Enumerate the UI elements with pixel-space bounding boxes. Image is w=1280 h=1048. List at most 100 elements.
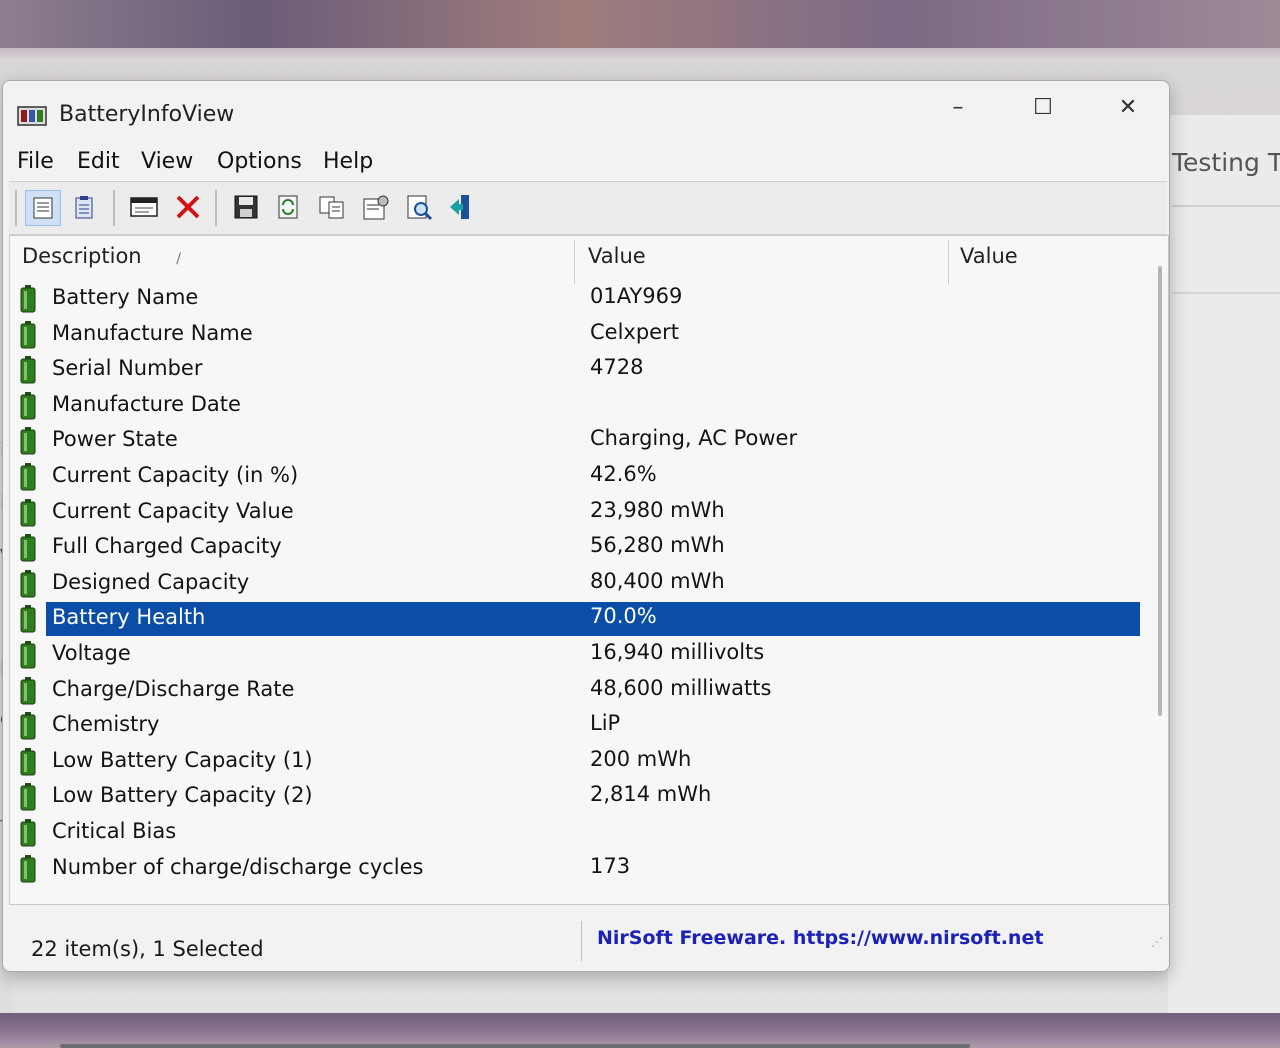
row-value: Charging, AC Power xyxy=(590,426,798,451)
table-row[interactable]: Low Battery Capacity (2) 2,814 mWh xyxy=(20,780,1140,814)
row-description: Manufacture Name xyxy=(52,320,253,345)
app-icon xyxy=(17,106,47,126)
battery-icon xyxy=(20,427,36,455)
table-row[interactable]: Battery Name 01AY969 xyxy=(20,282,1140,316)
row-value: 80,400 mWh xyxy=(590,568,725,593)
battery-icon xyxy=(20,747,36,776)
table-row[interactable]: Current Capacity Value 23,980 mWh xyxy=(20,496,1140,530)
copy-button[interactable] xyxy=(315,190,349,224)
row-value: Celxpert xyxy=(590,319,679,344)
properties-button[interactable] xyxy=(25,190,61,226)
table-row[interactable]: Designed Capacity 80,400 mWh xyxy=(20,567,1140,601)
toolbar-separator xyxy=(113,190,115,226)
table-row[interactable]: Low Battery Capacity (1) 200 mWh xyxy=(20,745,1140,779)
battery-icon xyxy=(20,285,36,313)
menu-file[interactable]: File xyxy=(17,149,54,174)
battery-icon xyxy=(20,463,36,491)
row-description: Current Capacity Value xyxy=(52,498,294,523)
save-icon xyxy=(234,195,258,219)
copy-icon xyxy=(319,196,344,219)
table-row[interactable]: Power State Charging, AC Power xyxy=(20,424,1140,458)
column-header-description[interactable]: Description / xyxy=(22,244,181,284)
table-row[interactable]: Number of charge/discharge cycles 173 xyxy=(20,852,1140,886)
table-row[interactable]: Voltage 16,940 millivolts xyxy=(20,638,1140,672)
row-description: Voltage xyxy=(52,641,131,665)
row-description: Chemistry xyxy=(52,712,160,737)
report-icon xyxy=(75,196,93,219)
row-value: 4728 xyxy=(590,355,644,380)
options-icon xyxy=(363,195,389,220)
table-row-selected[interactable]: Battery Health 70.0% xyxy=(20,602,1140,637)
battery-icon xyxy=(20,819,36,847)
toolbar-separator xyxy=(15,190,17,226)
batteryinfoview-window: BatteryInfoView – ☐ ✕ File Edit View Opt… xyxy=(2,80,1170,1048)
row-value: 48,600 milliwatts xyxy=(590,675,772,700)
title-bar[interactable]: BatteryInfoView – ☐ ✕ xyxy=(3,81,1169,143)
battery-icon xyxy=(20,498,36,527)
row-description: Full Charged Capacity xyxy=(52,534,282,559)
battery-icon xyxy=(20,712,36,740)
save-button[interactable] xyxy=(229,190,263,224)
table-row[interactable]: Manufacture Name Celxpert xyxy=(20,318,1140,352)
table-row[interactable]: Current Capacity (in %) 42.6% xyxy=(20,460,1140,494)
table-row[interactable]: Critical Bias xyxy=(20,816,1140,850)
row-description: Battery Name xyxy=(52,285,199,309)
table-row[interactable]: Charge/Discharge Rate 48,600 milliwatts xyxy=(20,674,1140,708)
column-header-value-2[interactable]: Value xyxy=(960,244,1018,284)
background-divider xyxy=(1172,205,1280,207)
minimize-button[interactable]: – xyxy=(935,93,981,123)
nirsoft-link[interactable]: NirSoft Freeware. https://www.nirsoft.ne… xyxy=(597,927,1043,949)
battery-icon xyxy=(20,534,36,562)
battery-icon xyxy=(20,569,36,598)
menu-edit[interactable]: Edit xyxy=(77,149,120,174)
find-button[interactable] xyxy=(403,190,437,224)
column-divider[interactable] xyxy=(948,240,949,284)
row-description: Manufacture Date xyxy=(52,391,241,416)
delete-icon xyxy=(176,195,200,219)
row-description: Critical Bias xyxy=(52,819,177,843)
exit-icon xyxy=(450,195,469,219)
row-description: Number of charge/discharge cycles xyxy=(52,854,424,879)
row-value: 01AY969 xyxy=(590,284,683,308)
status-bar: 22 item(s), 1 Selected NirSoft Freeware.… xyxy=(27,911,1167,961)
menu-help[interactable]: Help xyxy=(323,149,373,174)
menu-bar: File Edit View Options Help xyxy=(3,145,1169,181)
properties-icon xyxy=(33,197,53,219)
close-button[interactable]: ✕ xyxy=(1105,93,1151,123)
vertical-scrollbar[interactable] xyxy=(1158,266,1162,716)
html-report-button[interactable] xyxy=(127,190,161,224)
table-row[interactable]: Manufacture Date xyxy=(20,389,1140,423)
options-button[interactable] xyxy=(359,190,393,224)
sort-indicator-icon: / xyxy=(176,251,182,267)
refresh-button[interactable] xyxy=(271,190,305,224)
background-window-title: Testing T xyxy=(1172,148,1280,177)
window-title: BatteryInfoView xyxy=(59,102,235,127)
row-description: Current Capacity (in %) xyxy=(52,463,299,487)
row-value: 2,814 mWh xyxy=(590,782,712,807)
row-value: 70.0% xyxy=(590,604,657,629)
desktop-wallpaper xyxy=(0,0,1280,48)
column-divider[interactable] xyxy=(574,240,575,284)
row-value: 173 xyxy=(590,853,631,878)
table-row[interactable]: Serial Number 4728 xyxy=(20,353,1140,387)
row-description: Low Battery Capacity (2) xyxy=(52,783,313,808)
row-value: 56,280 mWh xyxy=(590,533,725,558)
table-row[interactable]: Chemistry LiP xyxy=(20,709,1140,743)
battery-info-list[interactable]: Description / Value Value Battery Name 01… xyxy=(9,235,1169,1048)
menu-view[interactable]: View xyxy=(141,149,193,174)
battery-icon xyxy=(20,676,36,705)
menu-options[interactable]: Options xyxy=(217,149,302,174)
delete-button[interactable] xyxy=(171,190,205,224)
column-header-value[interactable]: Value xyxy=(588,244,646,284)
resize-grip-icon[interactable]: ⋰ xyxy=(1151,935,1163,949)
background-window xyxy=(1168,115,1280,1013)
exit-button[interactable] xyxy=(445,190,479,224)
report-button[interactable] xyxy=(67,190,101,224)
row-value: LiP xyxy=(590,711,621,736)
maximize-button[interactable]: ☐ xyxy=(1020,93,1066,123)
table-row[interactable]: Full Charged Capacity 56,280 mWh xyxy=(20,531,1140,565)
battery-icon xyxy=(20,783,36,811)
row-description: Battery Health xyxy=(52,605,206,630)
horizontal-scrollbar[interactable] xyxy=(60,1044,970,1048)
row-value: 200 mWh xyxy=(590,746,692,771)
